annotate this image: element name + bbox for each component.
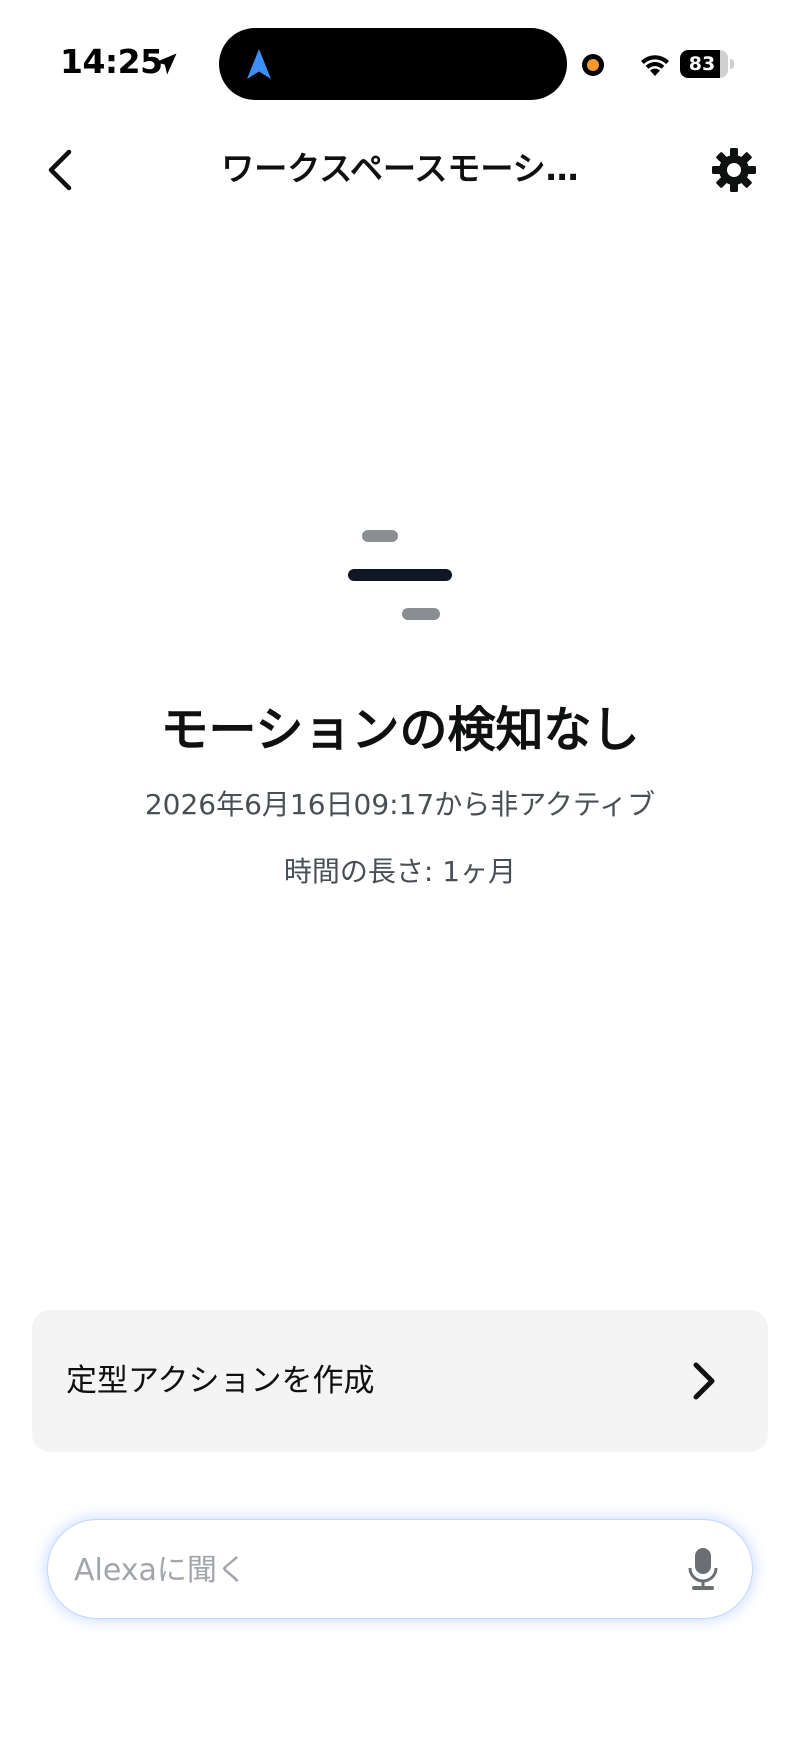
microphone-icon: [688, 1548, 718, 1590]
navigation-arrow-icon: [247, 49, 271, 79]
status-bar: 14:25 83: [0, 0, 800, 130]
wifi-icon: [641, 55, 669, 76]
recording-dot-icon: [582, 54, 604, 76]
battery-icon: 83: [680, 50, 734, 78]
status-time: 14:25: [60, 42, 163, 81]
motion-status-title: モーションの検知なし: [160, 702, 640, 758]
create-routine-label: 定型アクションを作成: [66, 1363, 375, 1399]
battery-level: 83: [688, 53, 716, 75]
alexa-input[interactable]: [72, 1534, 656, 1606]
page-title: ワークスペースモーシ…: [221, 149, 579, 188]
motion-lines-icon: [348, 530, 452, 620]
gear-icon: [712, 148, 756, 192]
duration-text: 時間の長さ: 1ヶ月: [283, 855, 517, 888]
settings-button[interactable]: [706, 142, 762, 198]
microphone-button[interactable]: [678, 1544, 728, 1594]
location-arrow-icon: [155, 53, 177, 75]
battery-body: 83: [680, 50, 728, 78]
chevron-left-icon: [48, 149, 72, 191]
inactive-since-text: 2026年6月16日09:17から非アクティブ: [144, 788, 656, 821]
header: ワークスペースモーシ…: [0, 130, 800, 208]
chevron-right-icon: [693, 1362, 715, 1400]
battery-cap: [730, 59, 734, 69]
back-button[interactable]: [30, 140, 90, 200]
create-routine-button[interactable]: 定型アクションを作成: [32, 1310, 768, 1452]
alexa-input-bar: [48, 1520, 752, 1618]
dynamic-island: [219, 28, 567, 100]
